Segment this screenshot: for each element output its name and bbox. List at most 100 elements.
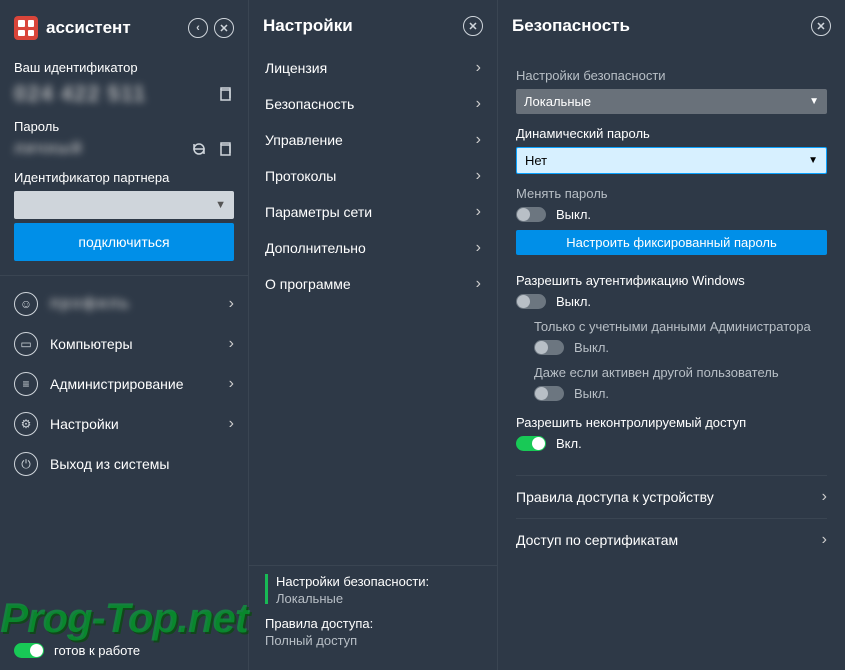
settings-summary: Настройки безопасности: Локальные Правил…	[249, 565, 497, 670]
copy-password-icon[interactable]	[216, 140, 234, 158]
sec-settings-value: Локальные	[524, 94, 809, 109]
settings-item-protocols[interactable]: Протоколы ›	[249, 158, 497, 194]
admin-only-toggle[interactable]	[534, 340, 564, 355]
summary-access-label: Правила доступа:	[265, 616, 481, 631]
chevron-right-icon: ›	[476, 239, 481, 257]
settings-item-label: Безопасность	[265, 96, 476, 112]
status-text: готов к работе	[54, 643, 140, 658]
partner-id-input[interactable]: ▼	[14, 191, 234, 219]
panel-main: ассистент ‹ ✕ Ваш идентификатор 024 422 …	[0, 0, 249, 670]
sidebar-item-profile[interactable]: ☺ профиль ›	[0, 284, 248, 324]
chevron-right-icon: ›	[229, 416, 234, 432]
app-logo-icon	[14, 16, 38, 40]
minimize-icon[interactable]: ‹	[188, 18, 208, 38]
panel-settings: Настройки ✕ Лицензия › Безопасность › Уп…	[249, 0, 498, 670]
chevron-right-icon: ›	[476, 275, 481, 293]
fixed-password-button[interactable]: Настроить фиксированный пароль	[516, 230, 827, 255]
security-title: Безопасность	[512, 16, 630, 36]
divider	[0, 275, 248, 276]
close-icon[interactable]: ✕	[214, 18, 234, 38]
chevron-right-icon: ›	[229, 336, 234, 352]
even-active-label: Даже если активен другой пользователь	[534, 365, 827, 380]
settings-item-about[interactable]: О программе ›	[249, 266, 497, 302]
refresh-icon[interactable]	[190, 140, 208, 158]
dyn-pwd-label: Динамический пароль	[516, 126, 827, 141]
settings-item-license[interactable]: Лицензия ›	[249, 50, 497, 86]
uncontrolled-toggle[interactable]	[516, 436, 546, 451]
status-bar: готов к работе	[0, 631, 248, 670]
win-auth-state: Выкл.	[556, 294, 591, 309]
settings-item-label: Управление	[265, 132, 476, 148]
security-header: Безопасность ✕	[498, 10, 845, 50]
password-label: Пароль	[14, 119, 234, 134]
sidebar-item-logout[interactable]: ⏻ Выход из системы	[0, 444, 248, 484]
settings-item-network[interactable]: Параметры сети ›	[249, 194, 497, 230]
cert-access-label: Доступ по сертификатам	[516, 532, 822, 548]
dyn-pwd-value: Нет	[525, 153, 808, 168]
chevron-right-icon: ›	[476, 203, 481, 221]
sidebar-item-computers[interactable]: ▭ Компьютеры ›	[0, 324, 248, 364]
settings-title: Настройки	[263, 16, 353, 36]
person-icon: ☺	[14, 292, 38, 316]
power-icon: ⏻	[14, 452, 38, 476]
sidebar-item-label: Настройки	[50, 416, 229, 432]
chevron-right-icon: ›	[476, 95, 481, 113]
monitor-icon: ▭	[14, 332, 38, 356]
sidebar-item-settings[interactable]: ⚙ Настройки ›	[0, 404, 248, 444]
dyn-pwd-select[interactable]: Нет ▼	[516, 147, 827, 174]
cert-access[interactable]: Доступ по сертификатам ›	[516, 518, 827, 561]
settings-item-label: Параметры сети	[265, 204, 476, 220]
your-id-value: 024 422 511	[14, 81, 146, 107]
app-logo-block: ассистент	[14, 16, 131, 40]
settings-item-label: О программе	[265, 276, 476, 292]
admin-only-state: Выкл.	[574, 340, 609, 355]
summary-sec-value: Локальные	[276, 591, 481, 606]
chevron-right-icon: ›	[476, 167, 481, 185]
sidebar-item-label: профиль	[50, 295, 229, 313]
close-security-icon[interactable]: ✕	[811, 16, 831, 36]
win-auth-label: Разрешить аутентификацию Windows	[516, 273, 827, 288]
summary-access-value: Полный доступ	[265, 633, 481, 648]
chevron-right-icon: ›	[822, 488, 827, 506]
password-value: личный	[14, 140, 82, 158]
settings-item-label: Дополнительно	[265, 240, 476, 256]
settings-item-control[interactable]: Управление ›	[249, 122, 497, 158]
copy-icon[interactable]	[216, 85, 234, 103]
settings-item-label: Протоколы	[265, 168, 476, 184]
chevron-right-icon: ›	[822, 531, 827, 549]
chevron-right-icon: ›	[476, 131, 481, 149]
win-auth-toggle[interactable]	[516, 294, 546, 309]
device-access-rules[interactable]: Правила доступа к устройству ›	[516, 475, 827, 518]
uncontrolled-state: Вкл.	[556, 436, 582, 451]
chevron-down-icon: ▼	[808, 155, 818, 166]
device-access-label: Правила доступа к устройству	[516, 489, 822, 505]
sidebar-item-label: Компьютеры	[50, 336, 229, 352]
sidebar-item-label: Администрирование	[50, 376, 229, 392]
chevron-down-icon: ▼	[215, 199, 226, 211]
settings-item-security[interactable]: Безопасность ›	[249, 86, 497, 122]
settings-item-advanced[interactable]: Дополнительно ›	[249, 230, 497, 266]
app-header: ассистент ‹ ✕	[0, 10, 248, 54]
change-pwd-toggle[interactable]	[516, 207, 546, 222]
gear-icon: ⚙	[14, 412, 38, 436]
sidebar-item-label: Выход из системы	[50, 456, 234, 472]
chevron-right-icon: ›	[229, 376, 234, 392]
status-toggle[interactable]	[14, 643, 44, 658]
even-active-toggle[interactable]	[534, 386, 564, 401]
sliders-icon: ≡	[14, 372, 38, 396]
sidebar-item-admin[interactable]: ≡ Администрирование ›	[0, 364, 248, 404]
settings-header: Настройки ✕	[249, 10, 497, 50]
chevron-right-icon: ›	[229, 296, 234, 312]
admin-only-label: Только с учетными данными Администратора	[534, 319, 827, 334]
summary-sec-label: Настройки безопасности:	[276, 574, 481, 589]
accent-bar-icon	[265, 574, 268, 604]
settings-item-label: Лицензия	[265, 60, 476, 76]
panel-security: Безопасность ✕ Настройки безопасности Ло…	[498, 0, 845, 670]
app-name: ассистент	[46, 18, 131, 38]
your-id-label: Ваш идентификатор	[14, 60, 234, 75]
sec-settings-select[interactable]: Локальные ▼	[516, 89, 827, 114]
chevron-down-icon: ▼	[809, 96, 819, 107]
sec-settings-label: Настройки безопасности	[516, 68, 827, 83]
connect-button[interactable]: подключиться	[14, 223, 234, 261]
close-settings-icon[interactable]: ✕	[463, 16, 483, 36]
